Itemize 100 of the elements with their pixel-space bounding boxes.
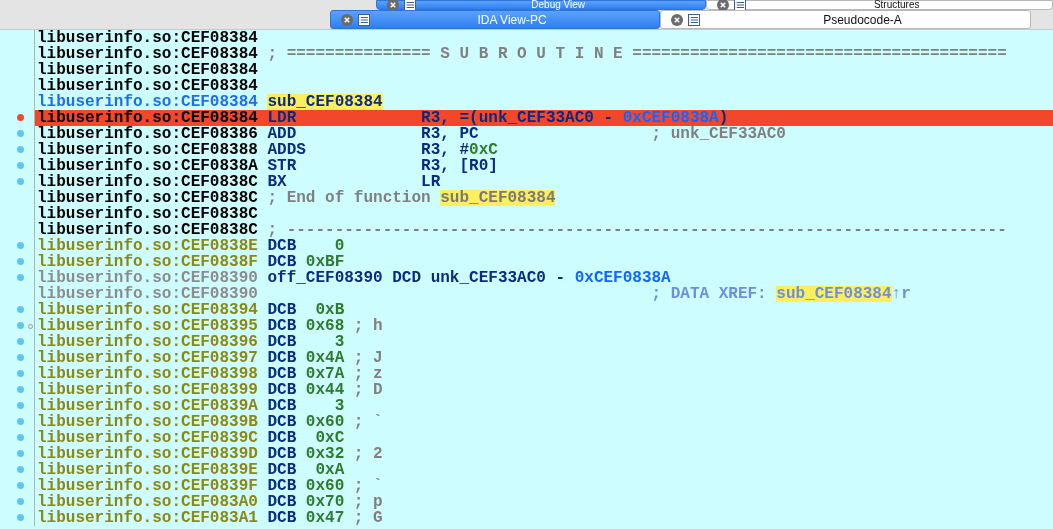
line-address: libuserinfo.so:CEF08384	[37, 110, 258, 126]
close-icon[interactable]	[671, 13, 683, 26]
line-address: libuserinfo.so:CEF08390	[37, 286, 258, 302]
byte-value: 0xC	[315, 429, 345, 447]
address-literal: 0xCEF0838A	[622, 110, 719, 126]
close-icon[interactable]	[717, 0, 730, 10]
xref-comment: ; DATA XREF:	[651, 286, 768, 302]
mnemonic: DCB	[267, 238, 297, 254]
dot-icon[interactable]	[17, 146, 24, 153]
line-address: libuserinfo.so:CEF0839F	[37, 478, 258, 494]
dot-icon[interactable]	[17, 178, 24, 185]
line-address: libuserinfo.so:CEF0839A	[37, 398, 258, 414]
document-icon	[403, 0, 417, 10]
byte-value: 0xB	[315, 301, 345, 319]
mnemonic: DCB	[267, 350, 297, 366]
byte-value: 0	[334, 237, 345, 255]
byte-value: 0xA	[315, 461, 345, 479]
byte-value: 0x7A	[305, 365, 345, 383]
byte-value: 0x70	[305, 493, 345, 511]
line-address: libuserinfo.so:CEF08397	[37, 350, 258, 366]
dot-icon[interactable]	[17, 242, 24, 249]
comment: ; G	[353, 510, 383, 526]
code-text: R3, =(unk_CEF33AC0 -	[421, 110, 615, 126]
dot-icon[interactable]	[17, 450, 24, 457]
comment: ; h	[353, 318, 383, 334]
line-address: libuserinfo.so:CEF08384	[37, 62, 258, 78]
mnemonic: STR	[267, 157, 297, 175]
line-address: libuserinfo.so:CEF08396	[37, 334, 258, 350]
mnemonic: DCB	[267, 382, 297, 398]
document-icon	[733, 0, 748, 10]
code-text: R3, #	[421, 142, 470, 158]
line-address: libuserinfo.so:CEF08399	[37, 382, 258, 398]
dot-icon[interactable]	[17, 322, 24, 329]
comment: ; End of function	[267, 190, 432, 206]
breakpoint-icon[interactable]	[17, 114, 24, 121]
byte-value: 0x60	[305, 477, 345, 495]
line-address: libuserinfo.so:CEF0839B	[37, 414, 258, 430]
mnemonic: DCB	[267, 414, 297, 430]
dot-icon[interactable]	[17, 306, 24, 313]
dot-icon[interactable]	[17, 130, 24, 137]
comment: ; D	[353, 382, 383, 398]
mnemonic: DCB	[267, 430, 297, 446]
comment: ; 2	[353, 446, 383, 462]
dot-icon[interactable]	[17, 386, 24, 393]
dot-icon[interactable]	[17, 514, 24, 521]
line-address: libuserinfo.so:CEF08388	[37, 142, 258, 158]
line-address: libuserinfo.so:CEF0838C	[37, 174, 258, 190]
mnemonic: DCB	[267, 318, 297, 334]
comment: ; `	[353, 478, 383, 494]
comment: ; =============== S U B R O U T I N E =======================================	[267, 46, 1007, 62]
mnemonic: DCB	[267, 510, 297, 526]
mnemonic: DCB	[267, 462, 297, 478]
byte-value: 0x60	[305, 413, 345, 431]
mnemonic: BX	[267, 173, 287, 191]
mnemonic: DCB	[267, 494, 297, 510]
number-literal: 0xC	[469, 142, 498, 158]
mnemonic: DCB	[267, 334, 297, 350]
code-text: R3, [R0]	[421, 158, 498, 174]
line-address: libuserinfo.so:CEF08384	[37, 94, 258, 110]
code-text: R3, PC	[421, 126, 479, 142]
comment: ; J	[353, 350, 383, 366]
dot-icon[interactable]	[17, 338, 24, 345]
comment: ; ---------------------------------------------------------------------------	[267, 222, 1007, 238]
comment: ; p	[353, 494, 383, 510]
byte-value: 0x68	[305, 317, 345, 335]
mnemonic: DCB	[267, 478, 297, 494]
byte-value: 0xBF	[305, 253, 345, 271]
line-address: libuserinfo.so:CEF08390	[37, 270, 258, 286]
dot-icon[interactable]	[17, 258, 24, 265]
mnemonic: DCB	[267, 366, 297, 382]
dot-icon[interactable]	[17, 370, 24, 377]
dot-icon[interactable]	[17, 402, 24, 409]
byte-value: 0x47	[305, 509, 345, 527]
dot-icon[interactable]	[17, 418, 24, 425]
xref-comment: ↑r	[891, 286, 911, 302]
line-address: libuserinfo.so:CEF0838C	[37, 190, 258, 206]
dot-icon[interactable]	[17, 162, 24, 169]
code-text: off_CEF08390 DCD unk_CEF33AC0 -	[267, 270, 567, 286]
byte-value: 3	[334, 397, 345, 415]
line-address: libuserinfo.so:CEF0838C	[37, 222, 258, 238]
tab[interactable]: Structures	[706, 0, 1053, 10]
document-icon	[687, 12, 701, 27]
dot-icon[interactable]	[17, 274, 24, 281]
dot-icon[interactable]	[17, 466, 24, 473]
highlighted-name: sub_CEF08384	[776, 286, 892, 302]
line-address: libuserinfo.so:CEF08386	[37, 126, 258, 142]
mnemonic: ADD	[267, 125, 297, 143]
dot-icon[interactable]	[17, 498, 24, 505]
mnemonic: DCB	[267, 302, 297, 318]
line-address: libuserinfo.so:CEF08384	[37, 46, 258, 62]
close-icon[interactable]	[341, 13, 353, 26]
close-icon[interactable]	[387, 0, 399, 10]
line-address: libuserinfo.so:CEF0838F	[37, 254, 258, 270]
dot-icon[interactable]	[17, 434, 24, 441]
dot-icon[interactable]	[17, 354, 24, 361]
dot-icon[interactable]	[17, 482, 24, 489]
comment: ; z	[353, 366, 383, 382]
code-text: LR	[421, 174, 441, 190]
line-address: libuserinfo.so:CEF08384	[37, 30, 258, 46]
comment: ; `	[353, 414, 383, 430]
